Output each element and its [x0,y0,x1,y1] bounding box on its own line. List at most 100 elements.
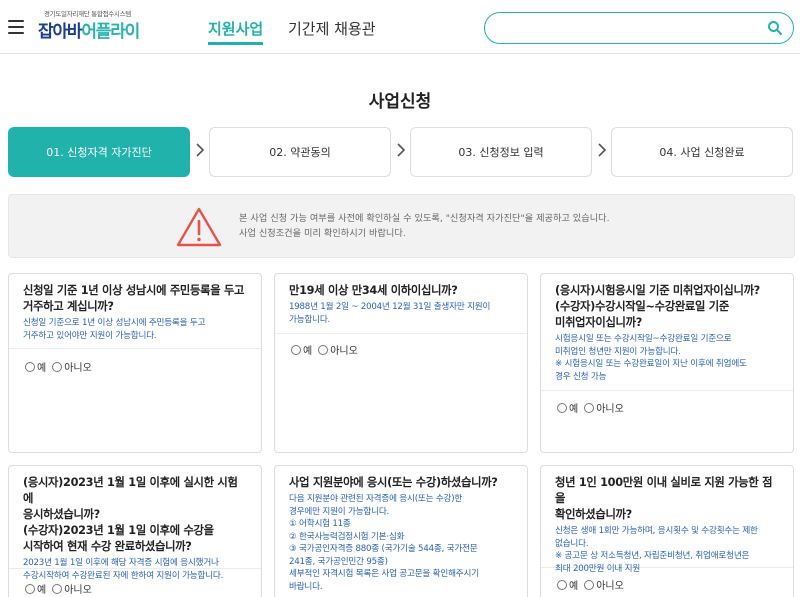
question-card-exam-date: (응시자)2023년 1월 1일 이후에 실시한 시험에 응시하셨습니까? (수… [8,465,262,597]
question-card-residence: 신청일 기준 1년 이상 성남시에 주민등록을 두고 거주하고 계십니까? 신청… [8,273,262,453]
question-line: 만19세 이상 만34세 이하이십니까? [289,284,458,297]
question-text: (응시자)2023년 1월 1일 이후에 실시한 시험에 응시하셨습니까? (수… [23,475,247,555]
description-line: ※ 공고문 상 저소득청년, 자립준비청년, 취업애로청년은 [555,551,750,561]
question-description: 2023년 1월 1일 이후에 해당 자격증 시험에 응시했거나 수강시작하여 … [23,557,247,582]
description-line: 시험응시일 또는 수강시작일~수강완료일 기준으로 [555,334,732,344]
radio-circle-icon[interactable] [584,579,595,590]
question-line: 시작하여 현재 수강 완료하셨습니까? [23,540,192,553]
description-line: 거주하고 있어야만 지원이 가능합니다. [23,330,157,341]
radio-circle-icon[interactable] [25,361,35,372]
search-input[interactable] [499,19,759,37]
description-line: 다음 지원분야 관련된 자격증에 응시(또는 수강)한 [289,494,463,504]
step-1-self-check: 01. 신청자격 자가진단 [8,127,190,177]
radio-circle-icon[interactable] [25,583,35,594]
question-card-support-field: 사업 지원분야에 응시(또는 수강)하셨습니까? 다음 지원분야 관련된 자격증… [274,465,528,597]
question-line: (응시자)2023년 1월 1일 이후에 실시한 시험에 [23,476,238,505]
radio-circle-icon[interactable] [52,361,63,372]
question-line: (수강자)수강시작일~수강완료일 기준 [555,300,729,313]
radio-circle-icon[interactable] [52,583,63,594]
radio-yes[interactable]: 예 [557,577,578,592]
description-line: 가능합니다. [289,314,331,325]
radio-no[interactable]: 아니오 [318,342,358,357]
question-text: 청년 1인 100만원 이내 실비로 지원 가능한 점을 확인하셨습니까? [555,475,779,523]
question-line: (응시자)시험응시일 기준 미취업자이십니까? [555,284,760,297]
search-icon[interactable] [767,20,783,36]
chevron-right-icon [397,143,406,157]
radio-no-label: 아니오 [330,346,358,357]
question-description: 다음 지원분야 관련된 자격증에 응시(또는 수강)한 경우에만 지원이 가능합… [289,493,513,593]
logo-title-part1: 잡아바 [38,22,83,42]
radio-no[interactable]: 아니오 [584,400,624,415]
chevron-right-icon [196,143,205,157]
description-line: 바랍니다. [289,581,323,592]
logo-title: 잡아바어플라이 [38,17,140,42]
notice-line-1: 본 사업 신청 가능 여부를 사전에 확인하실 수 있도록, "신청자격 자가진… [239,213,610,224]
description-line: 신청은 생애 1회만 가능하며, 응시횟수 및 수강횟수는 제한 [555,526,758,536]
notice-box: 본 사업 신청 가능 여부를 사전에 확인하실 수 있도록, "신청자격 자가진… [8,194,795,258]
radio-yes[interactable]: 예 [25,581,46,596]
radio-yes[interactable]: 예 [25,359,46,374]
description-line: 241종, 국가공인민간 95종) [289,556,388,567]
chevron-right-icon [598,143,607,157]
radio-circle-icon[interactable] [557,579,567,590]
nav-contract-jobs[interactable]: 기간제 채용관 [288,18,376,39]
radio-circle-icon[interactable] [291,344,301,355]
logo-title-part2: 어플라이 [81,22,140,42]
description-line: ※ 시험응시일 또는 수강완료일이 지난 이후에 취업에도 [555,359,747,369]
question-description: 시험응시일 또는 수강시작일~수강완료일 기준으로 미취업인 청년만 지원이 가… [555,333,779,383]
radio-no-label: 아니오 [64,363,92,374]
radio-circle-icon[interactable] [584,402,595,413]
menu-icon[interactable] [8,20,24,34]
description-line: ① 어학시험 11종 [289,519,351,529]
radio-yes[interactable]: 예 [291,342,312,357]
question-text: (응시자)시험응시일 기준 미취업자이십니까? (수강자)수강시작일~수강완료일… [555,283,779,331]
radio-yes-label: 예 [569,581,579,592]
radio-no[interactable]: 아니오 [584,577,624,592]
radio-yes-label: 예 [37,585,47,596]
question-description: 1988년 1월 2일 ~ 2004년 12월 31일 출생자만 지원이 가능합… [289,301,513,326]
radio-no[interactable]: 아니오 [52,359,92,374]
answer-radio-group: 예 아니오 [9,349,261,374]
radio-yes-label: 예 [303,346,313,357]
description-line: ② 한국사능력검정시험 기본·심화 [289,531,405,542]
radio-yes[interactable]: 예 [557,400,578,415]
question-line: 응시하셨습니까? [23,508,100,521]
description-line: 세부적인 자격시험 목록은 사업 공고문을 확인해주시기 [289,569,479,579]
nav-support-programs[interactable]: 지원사업 [208,18,264,45]
answer-radio-group: 예 아니오 [275,334,527,357]
question-card-unemployed: (응시자)시험응시일 기준 미취업자이십니까? (수강자)수강시작일~수강완료일… [540,273,794,453]
question-line: 신청일 기준 1년 이상 성남시에 주민등록을 두고 [23,284,245,297]
radio-no-label: 아니오 [596,581,624,592]
question-line: 미취업자이십니까? [555,316,642,329]
question-text: 만19세 이상 만34세 이하이십니까? [289,283,513,299]
description-line: 1988년 1월 2일 ~ 2004년 12월 31일 출생자만 지원이 [289,302,491,312]
step-2-terms: 02. 약관동의 [209,127,391,177]
radio-yes-label: 예 [569,404,579,415]
description-line: 경우 신청 가능 [555,371,607,382]
radio-no-label: 아니오 [596,404,624,415]
description-line: 신청일 기준으로 1년 이상 성남시에 주민등록을 두고 [23,318,206,328]
radio-no[interactable]: 아니오 [52,581,92,596]
notice-line-2: 사업 신청조건을 미리 확인하시기 바랍니다. [239,228,406,239]
top-header: 경기도일자리재단 통합접수시스템 잡아바어플라이 지원사업 기간제 채용관 [0,0,800,54]
warning-icon [176,207,222,247]
question-description: 신청일 기준으로 1년 이상 성남시에 주민등록을 두고 거주하고 있어야만 지… [23,317,247,342]
question-text: 사업 지원분야에 응시(또는 수강)하셨습니까? [289,475,513,491]
question-card-cost-limit: 청년 1인 100만원 이내 실비로 지원 가능한 점을 확인하셨습니까? 신청… [540,465,794,597]
notice-text: 본 사업 신청 가능 여부를 사전에 확인하실 수 있도록, "신청자격 자가진… [239,211,610,241]
radio-circle-icon[interactable] [318,344,329,355]
search-box [484,12,794,44]
step-3-application-info: 03. 신청정보 입력 [410,127,592,177]
radio-no-label: 아니오 [64,585,92,596]
question-line: 거주하고 계십니까? [23,300,114,313]
description-line: ③ 국가공인자격증 880종 (국가기술 544종, 국가전문 [289,544,478,554]
description-line: 미취업인 청년만 지원이 가능합니다. [555,346,681,357]
radio-yes-label: 예 [37,363,47,374]
page-title: 사업신청 [368,92,432,112]
question-text: 신청일 기준 1년 이상 성남시에 주민등록을 두고 거주하고 계십니까? [23,283,247,315]
question-line: 청년 1인 100만원 이내 실비로 지원 가능한 점을 [555,476,773,505]
radio-circle-icon[interactable] [557,402,567,413]
site-logo[interactable]: 경기도일자리재단 통합접수시스템 잡아바어플라이 [38,8,178,46]
step-4-complete: 04. 사업 신청완료 [611,127,793,177]
question-line: (수강자)2023년 1월 1일 이후에 수강을 [23,524,214,537]
